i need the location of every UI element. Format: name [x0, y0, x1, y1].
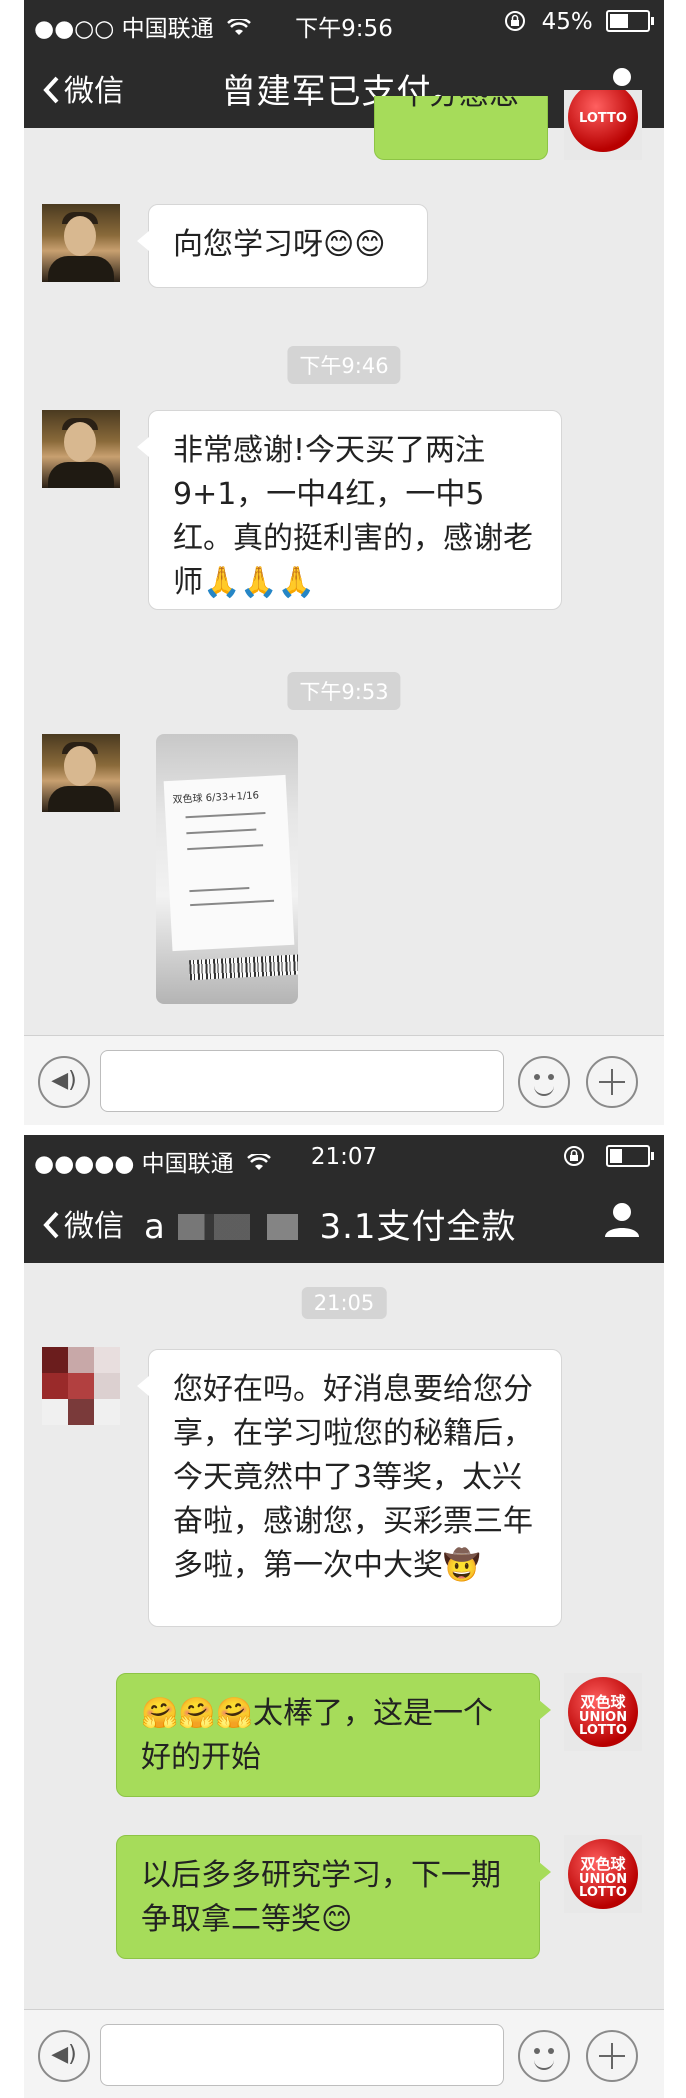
avatar-self[interactable]: LOTTO	[564, 90, 642, 160]
back-label: 微信	[64, 1209, 124, 1244]
rotation-lock-icon	[563, 1146, 584, 1166]
battery-icon	[606, 10, 654, 32]
nav-bar: 微信 a 3.1支付全款	[24, 1181, 664, 1263]
input-bar: ◀)	[24, 2009, 664, 2098]
outgoing-message: 🤗🤗🤗太棒了，这是一个好的开始	[116, 1673, 551, 1797]
message-input[interactable]	[100, 1050, 504, 1112]
rotation-lock-icon	[505, 11, 526, 31]
input-bar: ◀)	[24, 1035, 664, 1125]
avatar-contact[interactable]	[42, 410, 120, 488]
chevron-left-icon	[43, 1211, 59, 1239]
timestamp: 下午9:46	[287, 346, 401, 384]
voice-input-icon[interactable]: ◀)	[38, 1056, 90, 1108]
avatar-contact[interactable]	[42, 734, 120, 812]
chat-screenshot-2: ●●●●● 中国联通 21:07 微信 a 3.1支付全款 21:05 您好在吗…	[24, 1135, 664, 2098]
status-right	[563, 1144, 654, 1170]
incoming-message: 您好在吗。好消息要给您分享，在学习啦您的秘籍后，今天竟然中了3等奖，太兴奋啦，感…	[137, 1349, 562, 1627]
back-button[interactable]: 微信	[42, 1201, 124, 1245]
timestamp: 21:05	[301, 1287, 387, 1319]
battery-icon	[606, 1145, 654, 1167]
incoming-message: 非常感谢!今天买了两注9+1，一中4红，一中5红。真的挺利害的，感谢老师🙏🙏🙏	[137, 410, 562, 610]
avatar-self[interactable]: 双色球 UNION LOTTO	[564, 1835, 642, 1913]
avatar-contact[interactable]	[42, 1347, 120, 1425]
emoji-icon[interactable]	[518, 1056, 570, 1108]
timestamp: 下午9:53	[287, 672, 401, 710]
user-profile-icon[interactable]	[602, 1199, 642, 1239]
status-right: 45%	[504, 9, 654, 35]
status-bar: ●●○○ 中国联通 下午9:56 45%	[24, 0, 664, 46]
partial-outgoing-message: 十分感恩	[374, 96, 548, 160]
incoming-message: 向您学习呀😊😊	[137, 204, 428, 288]
redacted-name	[177, 1214, 298, 1240]
message-input[interactable]	[100, 2024, 504, 2086]
battery-percent: 45%	[541, 9, 593, 35]
ticket-header: 双色球 6/33+1/16	[172, 790, 260, 806]
outgoing-message: 以后多多研究学习，下一期争取拿二等奖😊	[116, 1835, 551, 1959]
voice-input-icon[interactable]: ◀)	[38, 2030, 90, 2082]
chat-screenshot-1: ●●○○ 中国联通 下午9:56 45% 微信 曾建军已支付。 十分感恩 LOT…	[24, 0, 664, 1125]
avatar-contact[interactable]	[42, 204, 120, 282]
chat-title: a 3.1支付全款	[144, 1207, 517, 1247]
plus-icon[interactable]	[586, 1056, 638, 1108]
plus-icon[interactable]	[586, 2030, 638, 2082]
emoji-icon[interactable]	[518, 2030, 570, 2082]
avatar-self[interactable]: 双色球 UNION LOTTO	[564, 1673, 642, 1751]
status-bar: ●●●●● 中国联通 21:07	[24, 1135, 664, 1181]
lottery-ticket-photo[interactable]: 双色球 6/33+1/16	[156, 734, 298, 1004]
